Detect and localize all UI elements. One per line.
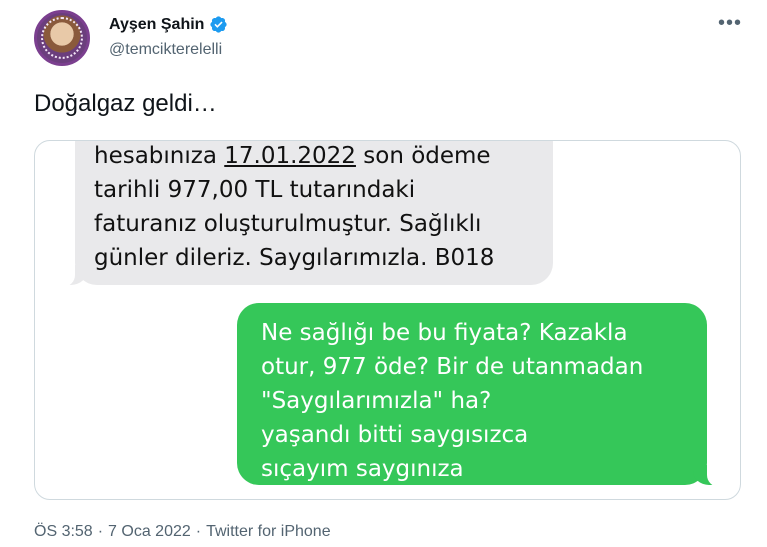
author-handle[interactable]: @temcikterelelli	[109, 41, 222, 59]
tweet-meta: ÖS 3:58 · 7 Oca 2022 · Twitter for iPhon…	[34, 523, 331, 541]
tweet-media-image[interactable]: hesabınıza 17.01.2022 son ödeme tarihli …	[34, 140, 741, 500]
more-options-button[interactable]: •••	[718, 12, 742, 35]
author-name[interactable]: Ayşen Şahin	[109, 16, 204, 34]
outgoing-line-1: Ne sağlığı be bu fiyata? Kazakla	[261, 320, 628, 346]
tweet-source-link[interactable]: Twitter for iPhone	[206, 523, 331, 541]
outgoing-line-5: sıçayım saygınıza	[261, 456, 464, 482]
tweet-text: Doğalgaz geldi…	[34, 90, 217, 117]
verified-badge-icon	[210, 16, 228, 33]
meta-separator: ·	[97, 523, 104, 540]
incoming-line-1-post: son ödeme	[355, 143, 491, 169]
outgoing-line-4: yaşandı bitti saygısızca	[261, 422, 529, 448]
incoming-line-2: tarihli 977,00 TL tutarındaki	[94, 177, 416, 203]
meta-separator: ·	[195, 523, 202, 540]
incoming-line-3: faturanız oluşturulmuştur. Sağlıklı	[94, 211, 482, 237]
outgoing-message-bubble: Ne sağlığı be bu fiyata? Kazakla otur, 9…	[237, 303, 727, 487]
author-row: Ayşen Şahin	[109, 15, 228, 34]
incoming-line-1: hesabınıza 17.01.2022 son ödeme	[94, 141, 533, 173]
avatar-ring	[41, 17, 83, 59]
incoming-message-bubble: hesabınıza 17.01.2022 son ödeme tarihli …	[55, 141, 553, 287]
incoming-due-date: 17.01.2022	[224, 143, 356, 169]
avatar[interactable]	[34, 10, 90, 66]
tweet-time[interactable]: ÖS 3:58	[34, 523, 93, 541]
incoming-line-1-pre: hesabınıza	[94, 143, 225, 169]
outgoing-bubble-tail-mask	[707, 465, 727, 487]
tweet-date[interactable]: 7 Oca 2022	[108, 523, 191, 541]
incoming-line-4: günler dileriz. Saygılarımızla. B018	[94, 245, 495, 271]
outgoing-line-3: "Saygılarımızla" ha?	[261, 388, 492, 414]
outgoing-line-2: otur, 977 öde? Bir de utanmadan	[261, 354, 644, 380]
